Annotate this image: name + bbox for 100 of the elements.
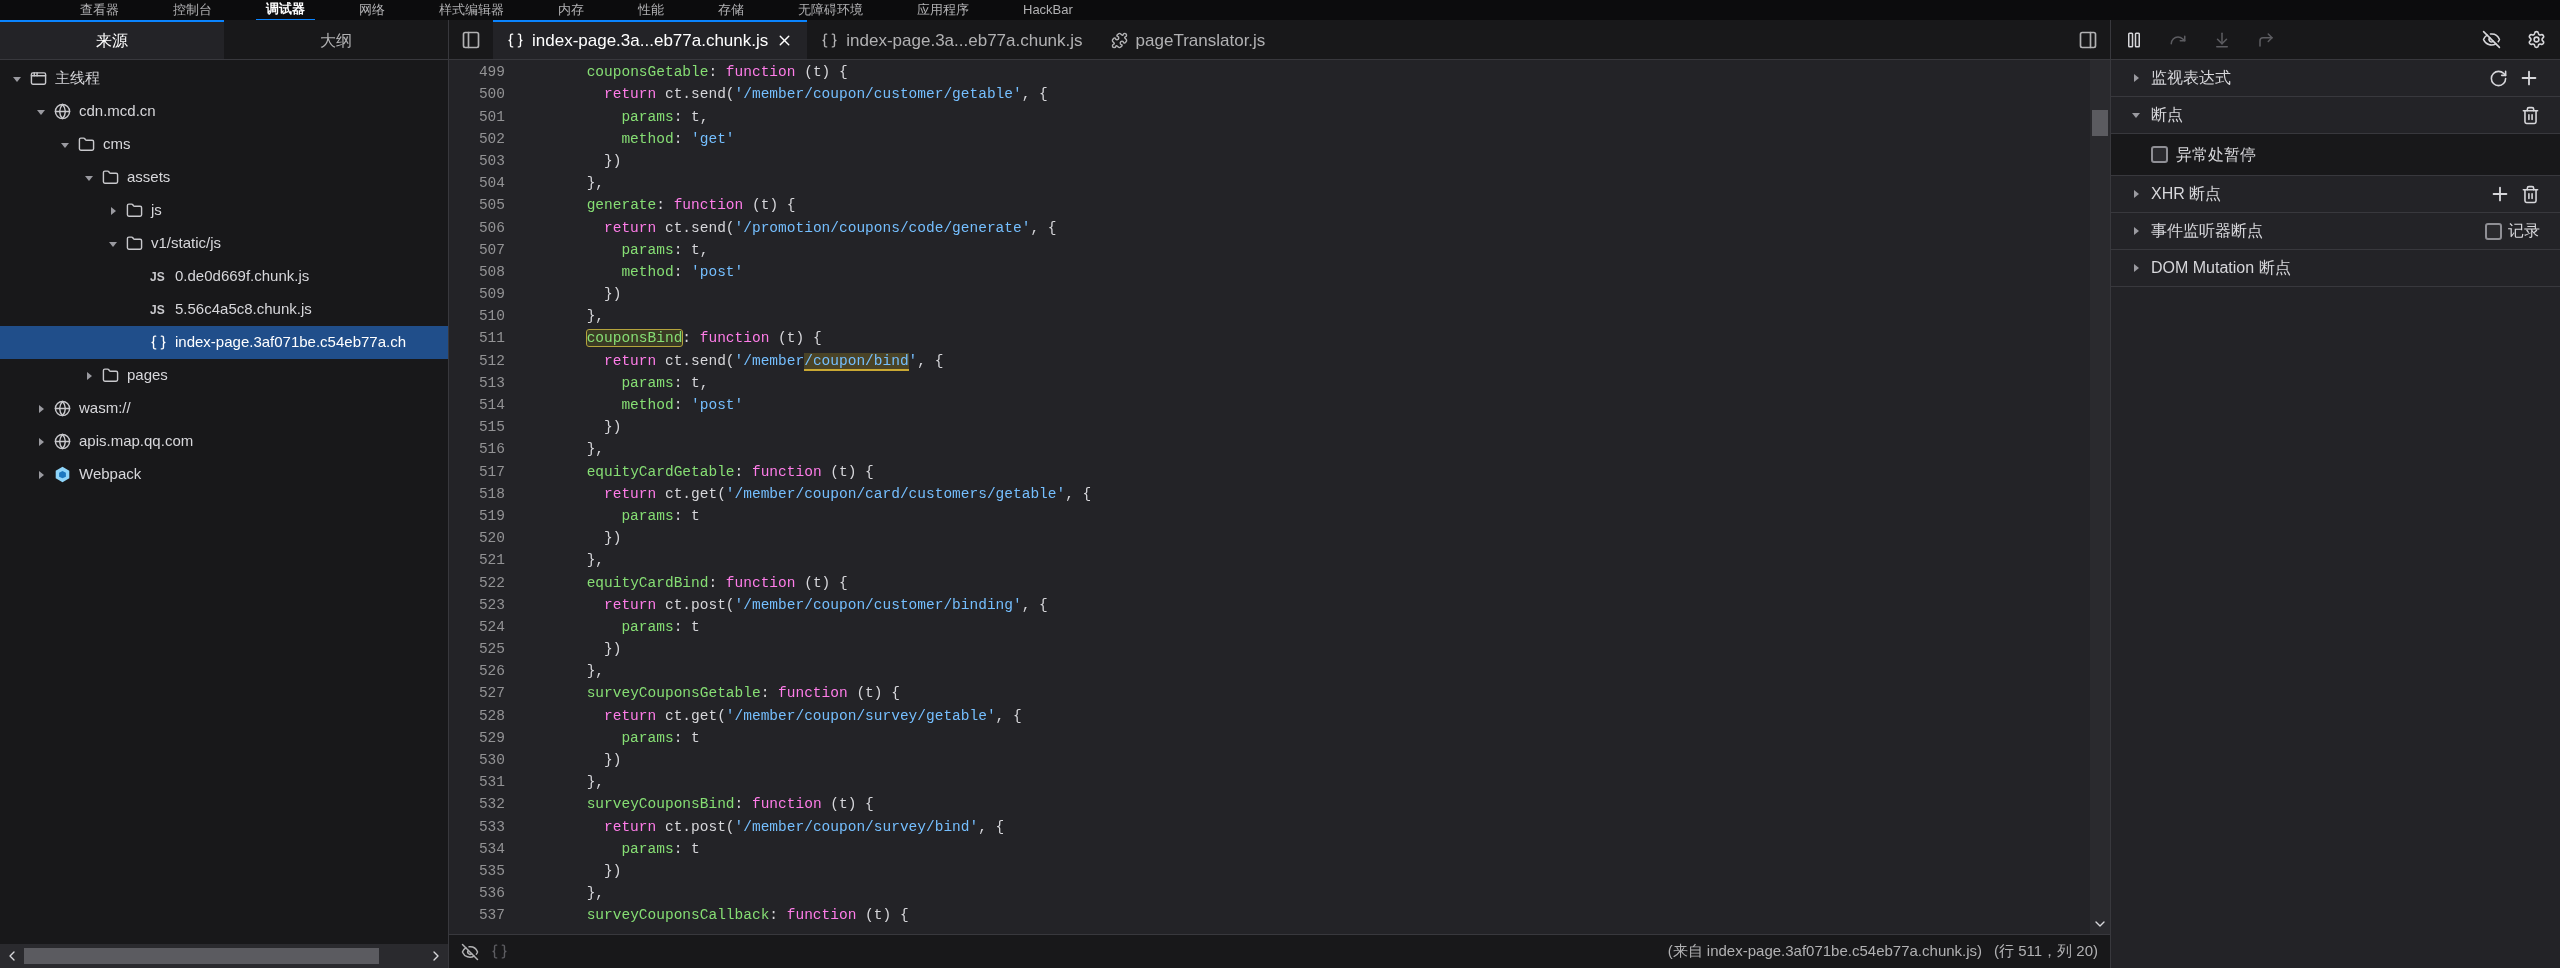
braces-icon (150, 334, 167, 351)
code-line: }, (585, 551, 605, 571)
line-number[interactable]: 512 (449, 350, 505, 373)
editor-tab[interactable]: index-page.3a...eb77a.chunk.js (807, 20, 1097, 59)
tree-item[interactable]: pages (0, 359, 448, 392)
toolbox-tab[interactable]: 性能 (628, 0, 674, 20)
deactivate-breakpoints-icon[interactable] (2482, 30, 2501, 49)
toolbox-tab[interactable]: 内存 (548, 0, 594, 20)
line-number[interactable]: 500 (449, 84, 505, 107)
line-number[interactable]: 522 (449, 572, 505, 595)
line-number[interactable]: 513 (449, 372, 505, 395)
line-number[interactable]: 534 (449, 838, 505, 861)
line-number[interactable]: 514 (449, 395, 505, 417)
checkbox[interactable] (2485, 222, 2502, 240)
line-number[interactable]: 503 (449, 150, 505, 173)
line-number[interactable]: 521 (449, 550, 505, 573)
line-number[interactable]: 507 (449, 239, 505, 262)
horizontal-scrollbar[interactable] (0, 944, 448, 968)
line-number[interactable]: 506 (449, 217, 505, 240)
scrollbar-thumb[interactable] (24, 948, 379, 964)
toolbox-tab[interactable]: 网络 (349, 0, 395, 20)
line-number[interactable]: 508 (449, 261, 505, 284)
disclosure-triangle-icon[interactable] (36, 403, 46, 414)
line-number[interactable]: 523 (449, 594, 505, 617)
line-number[interactable]: 530 (449, 750, 505, 772)
line-number[interactable]: 536 (449, 883, 505, 905)
line-number[interactable]: 518 (449, 483, 505, 506)
toolbox-tab[interactable]: 查看器 (70, 0, 129, 20)
tree-item[interactable]: 主线程 (0, 62, 448, 95)
window-icon (30, 70, 47, 87)
line-number[interactable]: 528 (449, 705, 505, 728)
toolbox-tab[interactable]: 无障碍环境 (788, 0, 873, 20)
delete-icon[interactable] (2521, 184, 2540, 204)
line-number[interactable]: 505 (449, 195, 505, 218)
blackbox-icon[interactable] (461, 942, 479, 961)
disclosure-triangle-icon[interactable] (2131, 189, 2141, 199)
panel-tab[interactable]: 来源 (0, 20, 224, 59)
pause-icon[interactable] (2125, 30, 2143, 49)
disclosure-triangle-icon[interactable] (2131, 110, 2141, 120)
line-number[interactable]: 504 (449, 173, 505, 195)
line-number[interactable]: 520 (449, 528, 505, 550)
tree-item[interactable]: v1/static/js (0, 227, 448, 260)
checkbox[interactable] (2151, 146, 2168, 163)
disclosure-triangle-icon[interactable] (108, 205, 118, 216)
line-number[interactable]: 516 (449, 439, 505, 462)
line-number[interactable]: 529 (449, 727, 505, 750)
tree-item[interactable]: js (0, 194, 448, 227)
panel-tab[interactable]: 大纲 (224, 20, 448, 59)
toolbox-tab[interactable]: HackBar (1013, 0, 1083, 20)
disclosure-triangle-icon[interactable] (84, 370, 94, 381)
line-number[interactable]: 532 (449, 794, 505, 817)
line-number[interactable]: 526 (449, 661, 505, 684)
line-number[interactable]: 515 (449, 417, 505, 439)
globe-icon (54, 400, 71, 417)
tree-item[interactable]: JS 0.de0d669f.chunk.js (0, 260, 448, 293)
sidebar-toggle-icon[interactable] (2078, 29, 2098, 50)
line-number[interactable]: 531 (449, 772, 505, 794)
line-number[interactable]: 517 (449, 461, 505, 484)
disclosure-triangle-icon[interactable] (2131, 73, 2141, 83)
disclosure-triangle-icon[interactable] (36, 436, 46, 447)
line-number[interactable]: 525 (449, 639, 505, 661)
tree-item[interactable]: Webpack (0, 458, 448, 491)
line-number[interactable]: 533 (449, 816, 505, 839)
line-number[interactable]: 511 (449, 328, 505, 351)
tree-item[interactable]: cdn.mcd.cn (0, 95, 448, 128)
tree-item[interactable]: assets (0, 161, 448, 194)
line-number[interactable]: 501 (449, 106, 505, 129)
line-number[interactable]: 527 (449, 683, 505, 706)
vertical-scrollbar[interactable] (2090, 60, 2110, 934)
refresh-icon[interactable] (2489, 68, 2508, 88)
toolbox-tab[interactable]: 存储 (708, 0, 754, 20)
tree-item[interactable]: cms (0, 128, 448, 161)
toolbox-tab[interactable]: 应用程序 (907, 0, 979, 20)
line-number[interactable]: 524 (449, 616, 505, 639)
code-line: equityCardGetable: function (t) { (585, 462, 874, 482)
line-number[interactable]: 535 (449, 860, 505, 883)
line-number[interactable]: 502 (449, 128, 505, 151)
line-number[interactable]: 537 (449, 905, 505, 928)
tree-item[interactable]: wasm:// (0, 392, 448, 425)
toolbox-tab[interactable]: 样式编辑器 (429, 0, 514, 20)
pretty-print-icon[interactable] (491, 943, 508, 960)
line-number[interactable]: 519 (449, 505, 505, 528)
tree-item[interactable]: JS 5.56c4a5c8.chunk.js (0, 293, 448, 326)
line-number[interactable]: 510 (449, 306, 505, 329)
disclosure-triangle-icon[interactable] (2131, 263, 2141, 273)
toolbox-tab[interactable]: 控制台 (163, 0, 222, 20)
settings-icon[interactable] (2527, 30, 2546, 49)
editor-tab[interactable]: index-page.3a...eb77a.chunk.js (493, 20, 808, 59)
line-number[interactable]: 509 (449, 284, 505, 306)
source-link[interactable]: (来自 index-page.3af071be.c54eb77a.chunk.js) (1667, 940, 1983, 963)
scrollbar-thumb[interactable] (2092, 110, 2108, 136)
disclosure-triangle-icon[interactable] (36, 469, 46, 480)
disclosure-triangle-icon[interactable] (2131, 226, 2141, 236)
tree-item[interactable]: apis.map.qq.com (0, 425, 448, 458)
delete-icon[interactable] (2521, 105, 2540, 125)
sidebar-toggle-icon[interactable] (461, 29, 481, 50)
editor-tab[interactable]: pageTranslator.js (1096, 20, 1280, 59)
tree-item[interactable]: index-page.3af071be.c54eb77a.ch (0, 326, 448, 359)
code-line: params: t (620, 839, 700, 859)
line-number[interactable]: 499 (449, 62, 505, 84)
